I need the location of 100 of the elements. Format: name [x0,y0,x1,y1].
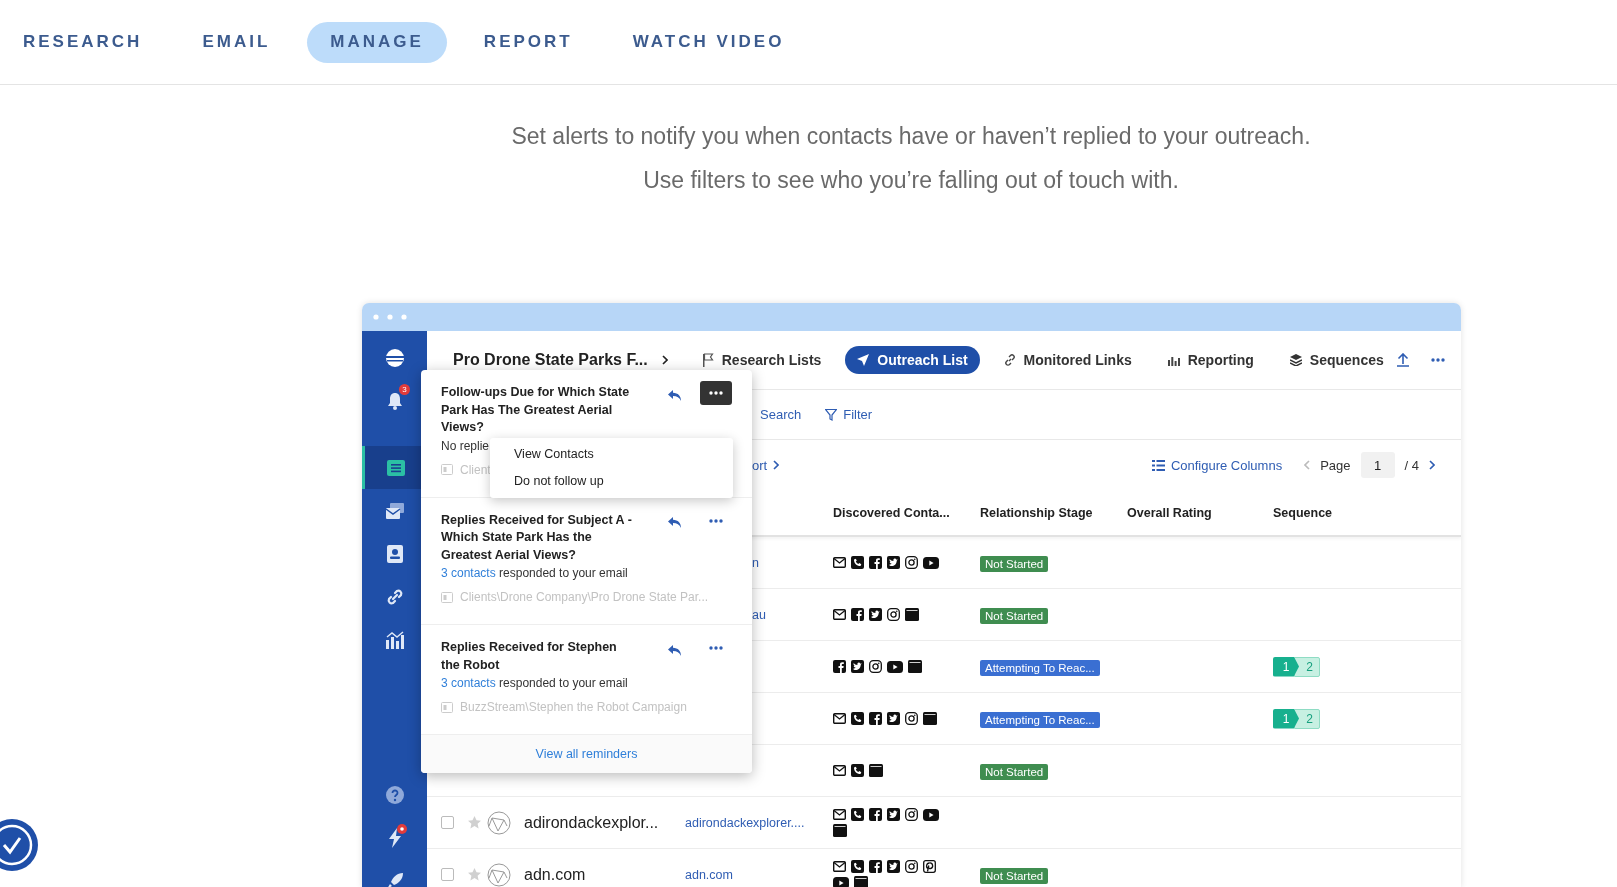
column-header: Sequence [1273,505,1334,520]
filter-button[interactable]: Filter [825,407,873,422]
column-header: Relationship Stage [980,505,1094,520]
funnel-icon [825,408,838,421]
envelope-icon [833,860,846,873]
bar-chart-icon [384,630,405,649]
instagram-icon [905,556,918,569]
campaign-path: BuzzStream\Stephen the Robot Campaign [460,699,687,716]
more-icon [709,391,723,395]
lightning-icon [387,827,402,848]
search-link[interactable]: Search [760,407,802,422]
youtube-icon [887,660,903,673]
reminder-text: No replie [441,437,490,455]
twitter-icon [887,712,900,725]
reply-icon [668,644,682,657]
folder-icon [441,591,453,603]
chevron-icon [1304,460,1311,470]
header-tab[interactable]: Reporting [1155,346,1266,374]
pinterest-icon [923,860,936,873]
link-icon [385,587,404,606]
send-icon [857,354,870,366]
nav-tab[interactable]: WATCH VIDEO [609,21,808,63]
list-icon [387,459,405,476]
row-checkbox[interactable] [441,816,454,829]
more-button[interactable] [700,381,732,405]
website-link[interactable]: adn.com [685,867,833,882]
nav-tab[interactable]: MANAGE [307,21,447,63]
nav-tab[interactable]: EMAIL [179,21,294,63]
phone-icon [851,808,864,821]
contact-name[interactable]: adirondackexplor... [519,813,685,832]
website-link[interactable]: adirondackexplorer.... [685,815,833,830]
twitter-icon [887,556,900,569]
header-tab[interactable]: Research Lists [689,346,834,374]
phone-icon [851,712,864,725]
stage-tag: Not Started [980,763,1049,780]
globe-icon [487,810,511,835]
stage-tag: Attempting To Reac... [980,659,1100,676]
youtube-icon [923,556,939,569]
layers-icon [1289,354,1302,366]
more-icon [1431,358,1445,362]
help-icon [385,785,404,804]
reply-icon [668,517,682,529]
intro-text: Use filters to see who you’re falling out of touch with. [643,166,1179,195]
campaign-path: Client [460,461,491,479]
contacts-link[interactable]: 3 contacts [441,566,496,580]
stage-tag: Not Started [980,607,1049,624]
window-controls-icon [373,314,407,320]
phone-icon [851,764,864,777]
envelope-icon [833,764,846,777]
reminder-text: 3 contacts responded to your email [441,565,628,582]
link-icon [1003,354,1016,366]
campaign-path: Clients\Drone Company\Pro Drone State Par... [460,589,709,606]
nav-tab[interactable]: RESEARCH [0,21,166,63]
menu-item[interactable]: View Contacts [490,440,733,467]
facebook-icon [869,860,882,873]
upload-icon [1397,353,1409,367]
envelope-icon [833,712,846,725]
sidebar-item[interactable]: 3 [362,379,427,422]
header-tab[interactable]: Outreach List [845,346,980,374]
columns-icon [1151,459,1165,471]
intro-text: Set alerts to notify you when contacts have or haven’t replied to your outreach. [511,122,1311,151]
menu-item[interactable]: Do not follow up [490,467,733,494]
facebook-icon [869,712,882,725]
folder-icon [441,701,453,713]
instagram-icon [905,712,918,725]
row-checkbox[interactable] [441,868,454,881]
instagram-icon [905,808,918,821]
export-link[interactable]: ort [752,457,780,473]
header-tab[interactable]: Sequences [1277,346,1396,374]
configure-columns-button[interactable]: Configure Columns [1151,457,1283,473]
instagram-icon [869,660,882,673]
reply-icon [668,389,682,402]
window-icon [923,712,937,725]
stage-tag: Not Started [980,555,1049,572]
reminder-text: 3 contacts responded to your email [441,675,628,692]
twitter-icon [887,808,900,821]
header-tab[interactable]: Monitored Links [991,346,1144,374]
instagram-icon [905,860,918,873]
window-icon [869,764,883,777]
bar-chart-icon [1167,354,1180,366]
window-icon [833,824,847,837]
view-all-link[interactable]: View all reminders [535,747,638,761]
youtube-icon [923,808,939,821]
page-field[interactable]: 1 [1360,452,1395,478]
more-icon [709,646,723,650]
envelope-icon [833,608,846,621]
facebook-icon [869,808,882,821]
window-icon [905,608,919,621]
page-label: Page [1320,457,1351,473]
envelope-icon [833,808,846,821]
instagram-icon [887,608,900,621]
reminder-title: Follow-ups Due for Which State Park Has The Greatest Aerial Views? [441,384,631,436]
facebook-icon [833,660,846,673]
contact-name[interactable]: adn.com [519,865,685,884]
nav-tab[interactable]: REPORT [460,21,596,63]
stage-tag: Not Started [980,867,1049,884]
twitter-icon [869,608,882,621]
stage-tag: Attempting To Reac... [980,711,1100,728]
sequence-step: 2 [1294,656,1320,677]
contacts-link[interactable]: 3 contacts [441,676,496,690]
